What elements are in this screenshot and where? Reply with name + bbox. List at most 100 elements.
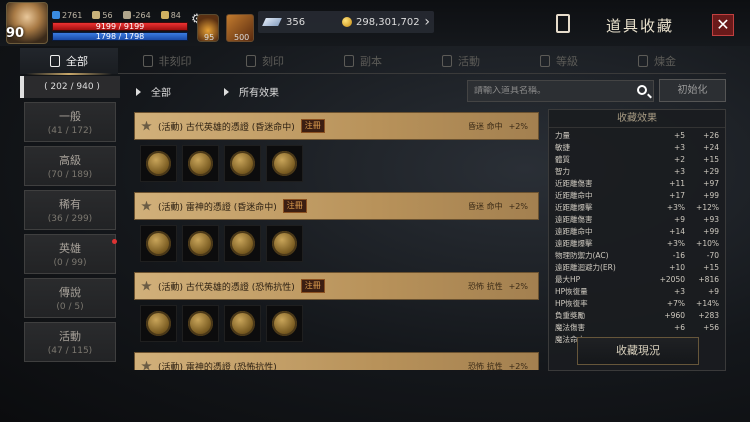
coin-item-icon xyxy=(188,311,213,336)
person-icon xyxy=(122,11,131,19)
item-slot[interactable] xyxy=(224,145,261,182)
sidebar-item-event[interactable]: 活動 (47 / 115) xyxy=(24,322,116,362)
stat-name: 遠距離傷害 xyxy=(555,215,593,224)
tab-level[interactable]: 等級 xyxy=(510,48,608,74)
stat-name: 近距離命中 xyxy=(555,191,593,200)
effect-filter[interactable]: 所有效果 xyxy=(224,84,279,99)
stat-bonus: +29 xyxy=(703,167,719,176)
stat-name: 近距離爆擊 xyxy=(555,203,593,212)
group-header[interactable]: (活動) 古代英雄的憑證 (恐怖抗性) 注冊 恐怖 抗性 +2% xyxy=(134,272,539,300)
book-icon xyxy=(50,55,60,67)
item-slot[interactable] xyxy=(182,305,219,342)
group-header[interactable]: (活動) 雷神的憑證 (昏迷命中) 注冊 昏迷 命中 +2% xyxy=(134,192,539,220)
effect-stat-row: 力量 +5 +26 xyxy=(555,130,719,142)
chevron-right-icon[interactable]: › xyxy=(424,14,430,30)
stat-bonus: +15 xyxy=(703,155,719,164)
tab-dungeon[interactable]: 副本 xyxy=(314,48,412,74)
effect-stat-row: 遠距離迴避力(ER) +10 +15 xyxy=(555,262,719,274)
diamond-amount: 356 xyxy=(286,16,306,28)
stat-value: +6 xyxy=(673,323,685,332)
group-title: (活動) 雷神的憑證 (昏迷命中) xyxy=(158,202,277,213)
sidebar-item-rare[interactable]: 稀有 (36 / 299) xyxy=(24,190,116,230)
stat-bonus: +10% xyxy=(696,239,719,248)
category-tabs: 全部 非刻印 刻印 副本 活動 等級 煉金 xyxy=(20,48,726,75)
group-title: (活動) 古代英雄的憑證 (昏迷命中) xyxy=(158,122,295,133)
tab-non-engraved[interactable]: 非刻印 xyxy=(118,48,216,74)
collection-group: (活動) 雷神的憑證 (昏迷命中) 注冊 昏迷 命中 +2% xyxy=(134,192,539,272)
item-slot[interactable] xyxy=(140,225,177,262)
stat-name: HP恢復量 xyxy=(555,287,588,296)
stat-value: +3 xyxy=(673,287,685,296)
stat-value: +3% xyxy=(666,239,685,248)
sidebar-item-advanced[interactable]: 高級 (70 / 189) xyxy=(24,146,116,186)
stat-name: 負重獎勵 xyxy=(555,311,585,320)
star-icon[interactable] xyxy=(141,120,152,131)
item-slot[interactable] xyxy=(182,145,219,182)
star-icon[interactable] xyxy=(141,200,152,211)
collection-effect-panel: 收藏效果 力量 +5 +26 敏捷 +3 +24 體質 +2 +15 智力 +3 +29 近距離傷害 +1… xyxy=(548,109,726,371)
stat-bonus: +24 xyxy=(703,143,719,152)
group-title: (活動) 雷神的憑證 (恐怖抗性) xyxy=(158,362,277,371)
coin-item-icon xyxy=(146,311,171,336)
item-slot[interactable] xyxy=(182,225,219,262)
item-slot[interactable] xyxy=(140,145,177,182)
sidebar-item-normal[interactable]: 一般 (41 / 172) xyxy=(24,102,116,142)
stat-name: 最大HP xyxy=(555,275,581,284)
reset-button[interactable]: 初始化 xyxy=(659,79,726,102)
stat-value: +960 xyxy=(664,311,685,320)
currency-bar: 356 298,301,702 › xyxy=(258,11,434,33)
star-icon[interactable] xyxy=(141,360,152,370)
stat-value: +2050 xyxy=(659,275,685,284)
star-icon[interactable] xyxy=(141,280,152,291)
coin-item-icon xyxy=(230,311,255,336)
item-slot[interactable] xyxy=(266,305,303,342)
item-slot[interactable] xyxy=(224,225,261,262)
search-icon[interactable] xyxy=(637,85,647,95)
tab-all[interactable]: 全部 xyxy=(20,48,118,75)
category-filter[interactable]: 全部 xyxy=(136,84,171,99)
stat-bonus: +15 xyxy=(703,263,719,272)
stat-value: +11 xyxy=(669,179,685,188)
scroll-count: 500 xyxy=(234,33,250,42)
panel-title: 收藏效果 xyxy=(549,110,725,128)
potion-count: 95 xyxy=(204,33,215,42)
tab-event[interactable]: 活動 xyxy=(412,48,510,74)
stat-value: +3% xyxy=(666,203,685,212)
stat-name: 體質 xyxy=(555,155,570,164)
stat-value: +3 xyxy=(673,143,685,152)
effect-stat-list[interactable]: 力量 +5 +26 敏捷 +3 +24 體質 +2 +15 智力 +3 +29 近距離傷害 +11 +97 近… xyxy=(549,128,725,346)
sidebar-item-hero[interactable]: 英雄 (0 / 99) xyxy=(24,234,117,274)
triangle-right-icon xyxy=(224,87,229,96)
group-header[interactable]: (活動) 古代英雄的憑證 (昏迷命中) 注冊 昏迷 命中 +2% xyxy=(134,112,539,140)
effect-stat-row: 敏捷 +3 +24 xyxy=(555,142,719,154)
gold-coin-icon xyxy=(342,17,352,27)
coin-item-icon xyxy=(272,311,297,336)
search-input[interactable] xyxy=(474,86,624,96)
tab-engraved[interactable]: 刻印 xyxy=(216,48,314,74)
register-button[interactable]: 注冊 xyxy=(282,199,307,213)
hp-text: 9199 / 9199 xyxy=(95,22,145,31)
item-slot[interactable] xyxy=(224,305,261,342)
stat-value: +10 xyxy=(669,263,685,272)
stat-key: 56 xyxy=(92,11,113,20)
item-slot[interactable] xyxy=(266,225,303,262)
item-slot[interactable] xyxy=(140,305,177,342)
effect-stat-row: 智力 +3 +29 xyxy=(555,166,719,178)
collection-status-button[interactable]: 收藏現況 xyxy=(577,337,699,365)
stat-bonus: +97 xyxy=(703,179,719,188)
register-button[interactable]: 注冊 xyxy=(300,119,325,133)
register-button[interactable]: 注冊 xyxy=(300,279,325,293)
mp-bar: 1798 / 1798 xyxy=(52,32,188,41)
item-slot[interactable] xyxy=(266,145,303,182)
page-title: 道具收藏 xyxy=(606,17,675,35)
group-header[interactable]: (活動) 雷神的憑證 (恐怖抗性) 恐怖 抗性 +2% xyxy=(134,352,539,370)
grade-sidebar: ( 202 / 940 ) 一般 (41 / 172) 高級 (70 / 189… xyxy=(20,76,120,366)
key-icon xyxy=(92,11,101,19)
tab-alchemy[interactable]: 煉金 xyxy=(608,48,706,74)
effect-stat-row: 負重獎勵 +960 +283 xyxy=(555,310,719,322)
effect-stat-row: 物理防禦力(AC) -16 -70 xyxy=(555,250,719,262)
effect-stat-row: 體質 +2 +15 xyxy=(555,154,719,166)
close-button[interactable]: ✕ xyxy=(712,14,734,36)
sidebar-item-legend[interactable]: 傳說 (0 / 5) xyxy=(24,278,116,318)
collection-total[interactable]: ( 202 / 940 ) xyxy=(20,76,120,98)
